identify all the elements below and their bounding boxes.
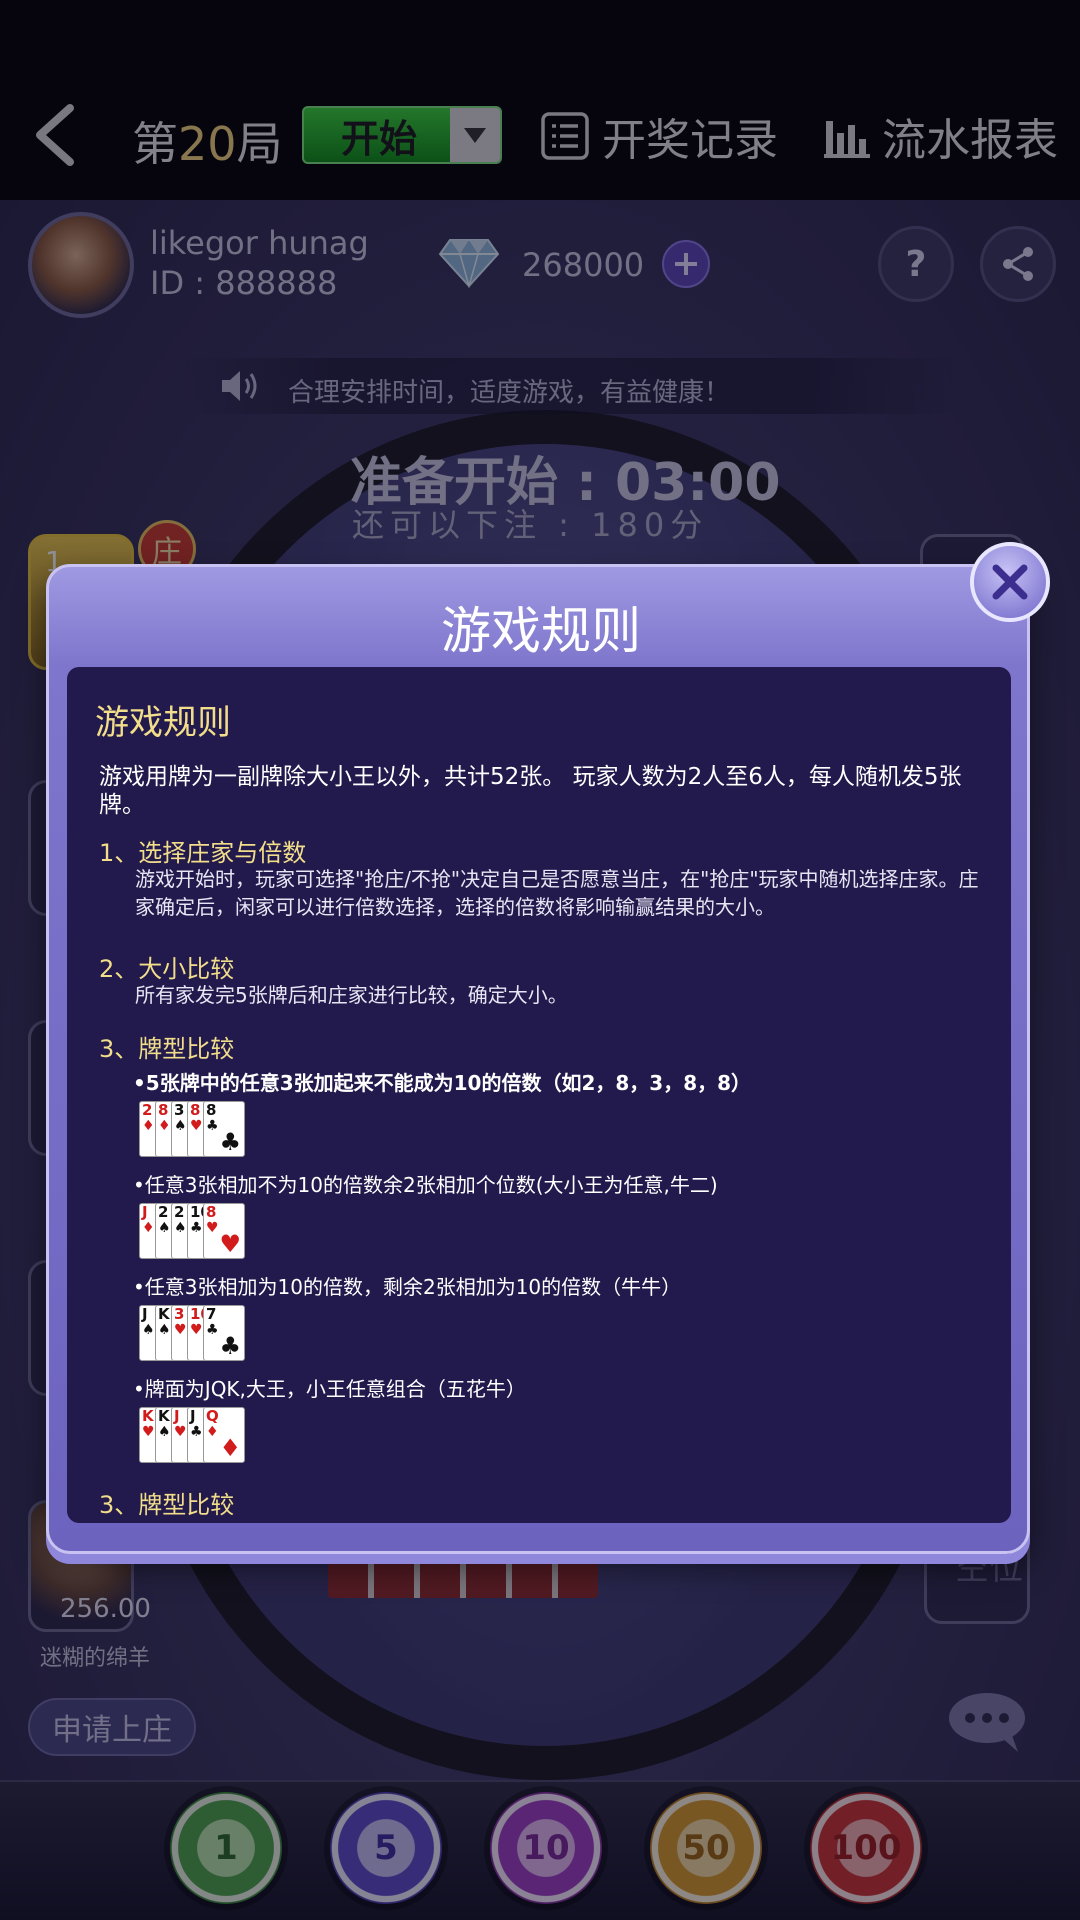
rules-heading: 游戏规则 bbox=[95, 703, 231, 743]
rules-modal: 游戏规则 游戏规则 游戏用牌为一副牌除大小王以外，共计52张。 玩家人数为2人至… bbox=[46, 564, 1030, 1554]
rule-bullet: •5张牌中的任意3张加起来不能成为10的倍数（如2，8，3，8，8） bbox=[133, 1071, 752, 1095]
section-title: 3、牌型比较 bbox=[99, 1035, 235, 1063]
rules-intro: 游戏用牌为一副牌除大小王以外，共计52张。 玩家人数为2人至6人，每人随机发5张… bbox=[99, 764, 962, 818]
rule-bullet: •牌面为JQK,大王，小王任意组合（五花牛） bbox=[133, 1377, 526, 1401]
section-text: 所有家发完5张牌后和庄家进行比较，确定大小。 bbox=[135, 983, 568, 1007]
section-title: 1、选择庄家与倍数 bbox=[99, 839, 307, 867]
section-text: 游戏开始时，玩家可选择"抢庄/不抢"决定自己是否愿意当庄，在"抢庄"玩家中随机选… bbox=[135, 867, 979, 919]
playing-card: 8 ♣ ♣ bbox=[203, 1101, 245, 1157]
close-button[interactable] bbox=[970, 542, 1050, 622]
section-title: 2、大小比较 bbox=[99, 955, 235, 983]
playing-card: 8 ♥ ♥ bbox=[203, 1203, 245, 1259]
modal-title: 游戏规则 bbox=[441, 602, 641, 660]
card-hand: 2 ♦ 8 ♦ 3 ♠ 8 ♥ 8 ♣ ♣ bbox=[139, 1101, 247, 1159]
close-icon bbox=[992, 564, 1028, 600]
playing-card: Q ♦ ♦ bbox=[203, 1407, 245, 1463]
rules-content[interactable]: 游戏规则 游戏用牌为一副牌除大小王以外，共计52张。 玩家人数为2人至6人，每人… bbox=[67, 667, 1011, 1523]
section-title: 3、牌型比较 bbox=[99, 1491, 235, 1519]
card-hand: J ♦ 2 ♠ 2 ♠ 10 ♣ 8 ♥ ♥ bbox=[139, 1203, 247, 1261]
card-hand: K ♥ K ♠ J ♥ J ♣ Q ♦ ♦ bbox=[139, 1407, 247, 1465]
rule-bullet: •任意3张相加不为10的倍数余2张相加个位数(大小王为任意,牛二) bbox=[133, 1173, 718, 1197]
rule-bullet: •任意3张相加为10的倍数，剩余2张相加为10的倍数（牛牛） bbox=[133, 1275, 682, 1299]
card-hand: J ♠ K ♠ 3 ♥ 10 ♥ 7 ♣ ♣ bbox=[139, 1305, 247, 1363]
playing-card: 7 ♣ ♣ bbox=[203, 1305, 245, 1361]
